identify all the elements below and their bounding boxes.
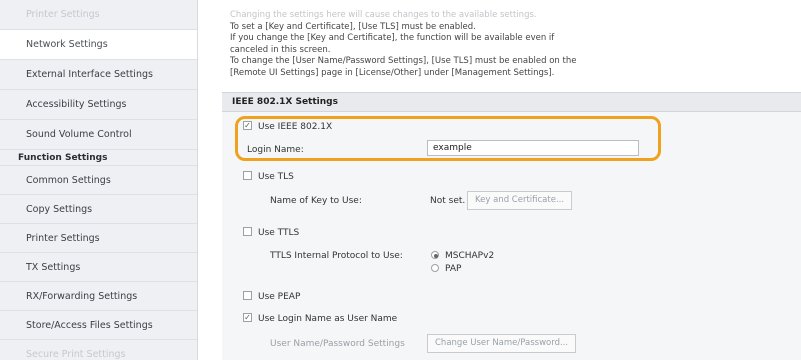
sidebar-item-secure-print-settings[interactable]: Secure Print Settings [0,340,197,360]
note-line-0: Changing the settings here will cause ch… [230,10,537,20]
login-name-input[interactable] [427,140,639,156]
note-line-1: To set a [Key and Certificate], [Use TLS… [230,21,476,32]
ttls-protocol-label: TTLS Internal Protocol to Use: [270,251,403,261]
login-name-label: Login Name: [247,145,304,155]
ttls-option-mschapv2: MSCHAPv2 [431,250,495,261]
user-pw-settings-label: User Name/Password Settings [270,339,405,349]
sidebar-item-sound-volume-control[interactable]: Sound Volume Control [0,120,197,150]
sidebar-item-common-settings[interactable]: Common Settings [0,166,197,195]
note-line-2: If you change the [Key and Certificate],… [230,33,555,43]
info-note: Changing the settings here will cause ch… [230,10,790,79]
use-ttls-label: Use TTLS [258,228,300,238]
use-login-as-user-checkbox[interactable]: ✓ [243,313,252,322]
sidebar-item-network-settings[interactable]: Network Settings [0,30,197,60]
note-line-4: To change the [User Name/Password Settin… [230,56,577,66]
pap-label: PAP [445,264,462,274]
mschapv2-radio[interactable] [431,250,439,259]
use-ieee-checkbox[interactable]: ✓ [243,121,252,130]
use-peap-checkbox[interactable] [243,291,252,300]
use-ieee-row: ✓ Use IEEE 802.1X [243,121,333,132]
sidebar-item-rx-forwarding-settings[interactable]: RX/Forwarding Settings [0,282,197,311]
key-to-use-value: Not set. [430,196,466,206]
main-content: Changing the settings here will cause ch… [210,0,801,360]
sidebar-item-external-interface-settings[interactable]: External Interface Settings [0,60,197,90]
use-login-as-user-row: ✓ Use Login Name as User Name [243,313,398,324]
use-ieee-label: Use IEEE 802.1X [258,122,333,132]
use-tls-checkbox[interactable] [243,171,252,180]
pap-radio[interactable] [431,263,439,272]
sidebar-item-copy-settings[interactable]: Copy Settings [0,195,197,224]
use-ttls-row: Use TTLS [243,227,300,238]
use-peap-label: Use PEAP [258,292,301,302]
sidebar: Printer Settings Network Settings Extern… [0,0,198,360]
section-title: IEEE 802.1X Settings [222,92,801,112]
sidebar-item-store-access-files-settings[interactable]: Store/Access Files Settings [0,311,197,340]
use-tls-row: Use TLS [243,171,294,182]
key-and-certificate-button[interactable]: Key and Certificate... [467,191,573,210]
mschapv2-label: MSCHAPv2 [445,251,495,261]
key-to-use-label: Name of Key to Use: [270,196,362,206]
sidebar-item-tx-settings[interactable]: TX Settings [0,253,197,282]
use-login-as-user-label: Use Login Name as User Name [258,314,398,324]
use-peap-row: Use PEAP [243,291,301,302]
use-ttls-checkbox[interactable] [243,227,252,236]
sidebar-section-header: Function Settings [0,150,197,166]
change-user-name-password-button[interactable]: Change User Name/Password... [427,334,577,353]
sidebar-item-printer-settings[interactable]: Printer Settings [0,224,197,253]
ttls-option-pap: PAP [431,263,462,274]
sidebar-item-printer-settings-top[interactable]: Printer Settings [0,0,197,30]
note-line-5: [Remote UI Settings] page in [License/Ot… [230,67,555,78]
use-tls-label: Use TLS [258,172,294,182]
sidebar-item-accessibility-settings[interactable]: Accessibility Settings [0,90,197,120]
note-line-3: canceled in this screen. [230,44,331,55]
